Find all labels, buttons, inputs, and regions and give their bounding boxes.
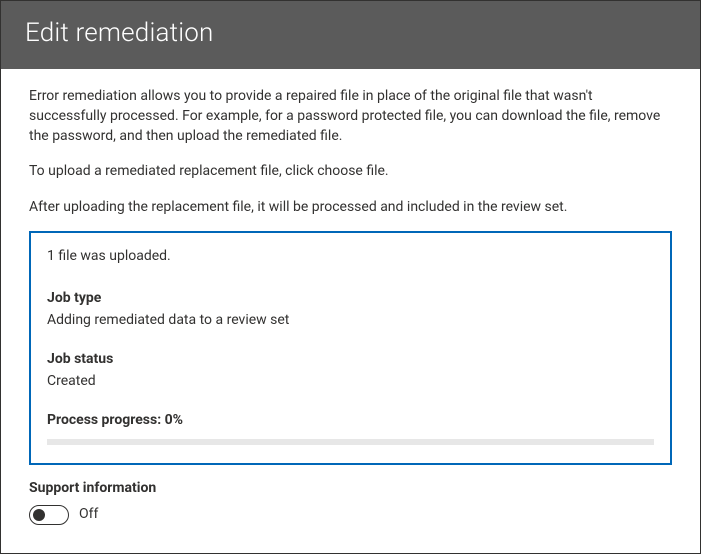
panel-title: Edit remediation [25, 15, 676, 51]
job-type-label: Job type [47, 289, 654, 309]
intro-paragraph-2: To upload a remediated replacement file,… [29, 162, 672, 182]
progress-label: Process progress: 0% [47, 411, 654, 431]
panel-header: Edit remediation [1, 1, 700, 69]
job-status-label: Job status [47, 350, 654, 370]
uploaded-message: 1 file was uploaded. [47, 247, 654, 267]
toggle-knob-icon [33, 509, 45, 521]
support-toggle-row: Off [29, 505, 672, 525]
intro-paragraph-3: After uploading the replacement file, it… [29, 198, 672, 218]
support-information-label: Support information [29, 479, 672, 499]
support-toggle-state: Off [79, 505, 98, 525]
job-status-value: Created [47, 372, 654, 392]
progress-bar [47, 439, 654, 445]
job-type-field: Job type Adding remediated data to a rev… [47, 289, 654, 330]
job-type-value: Adding remediated data to a review set [47, 311, 654, 331]
job-status-field: Job status Created [47, 350, 654, 391]
intro-text: Error remediation allows you to provide … [29, 87, 672, 217]
support-information-section: Support information Off [29, 479, 672, 525]
progress-field: Process progress: 0% [47, 411, 654, 445]
upload-status-box: 1 file was uploaded. Job type Adding rem… [29, 231, 672, 465]
intro-paragraph-1: Error remediation allows you to provide … [29, 87, 672, 146]
edit-remediation-panel: Edit remediation Error remediation allow… [0, 0, 701, 554]
panel-content: Error remediation allows you to provide … [1, 69, 700, 553]
support-toggle[interactable] [29, 505, 69, 525]
